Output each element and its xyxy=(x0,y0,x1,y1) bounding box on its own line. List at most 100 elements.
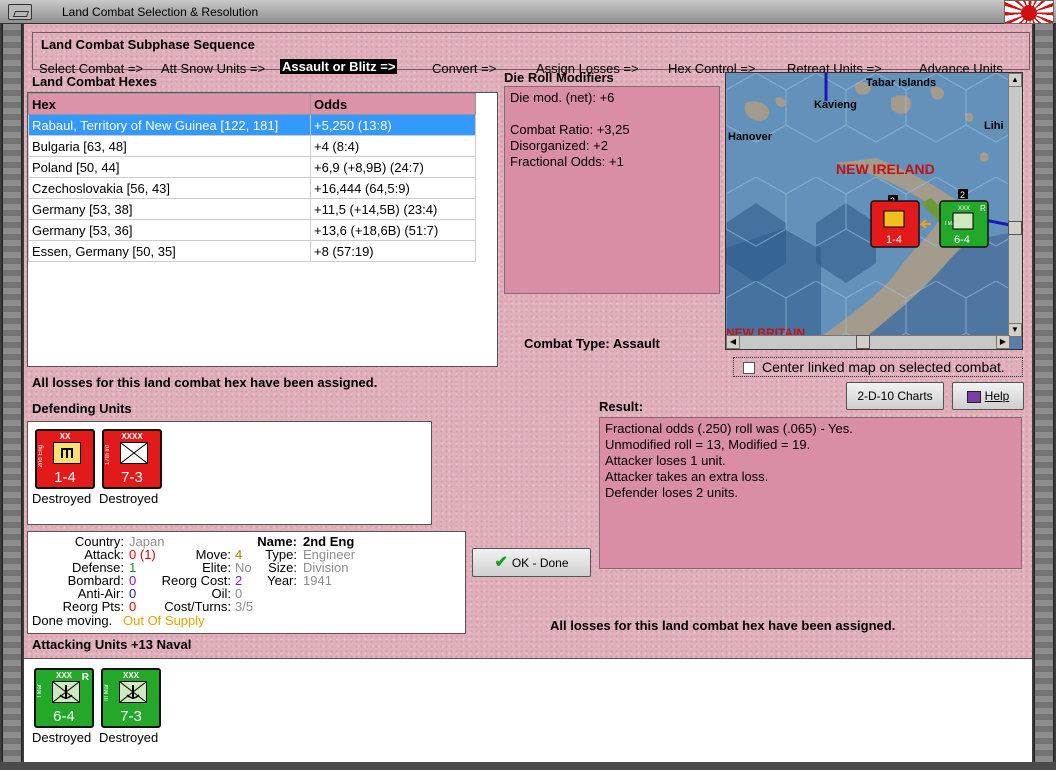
map-label-kavieng: Kavieng xyxy=(814,99,857,111)
combat-type-value: Assault xyxy=(612,336,660,351)
japan-flag-icon xyxy=(1004,0,1054,24)
combat-type: Combat Type: Assault xyxy=(524,336,660,351)
result-line: Attacker takes an extra loss. xyxy=(605,469,769,484)
table-row[interactable]: Germany [53, 38] +11,5 (+14,5B) (23:4) xyxy=(28,198,476,220)
unit-value: 7-3 xyxy=(121,469,143,486)
hex-cell: Germany [53, 36] xyxy=(28,219,311,241)
map-unit-corner: R xyxy=(980,204,986,213)
bottom-frame xyxy=(0,762,1056,770)
map-unit-size: XXX xyxy=(958,206,970,212)
marine-symbol-icon xyxy=(119,681,147,703)
scroll-up-icon[interactable]: ▲ xyxy=(1008,73,1022,87)
unit-size: XXX xyxy=(122,671,139,680)
result-line: Defender loses 2 units. xyxy=(605,485,738,500)
attacking-unit-marine-3[interactable]: XXX III Mar 7-3 xyxy=(101,668,161,728)
defender-losses-message: All losses for this land combat hex have… xyxy=(32,375,378,390)
die-roll-panel: Die mod. (net): +6 Combat Ratio: +3,25 D… xyxy=(504,86,720,294)
reorg-pts-value: 0 xyxy=(129,599,137,614)
reorg-pts-label: Reorg Pts: xyxy=(62,599,124,614)
scroll-left-icon[interactable]: ◀ xyxy=(726,335,740,349)
center-link-checkbox[interactable] xyxy=(743,362,755,374)
unit-name: 17th Inf xyxy=(105,445,111,466)
table-row[interactable]: Germany [53, 36] +13,6 (+18,6B) (51:7) xyxy=(28,219,476,241)
year-value: 1941 xyxy=(303,573,332,588)
column-header-odds[interactable]: Odds xyxy=(310,93,476,115)
result-line: Attacker loses 1 unit. xyxy=(605,453,726,468)
map-horizontal-scrollbar[interactable]: ◀ ▶ xyxy=(726,335,1010,349)
map-stack-defender[interactable]: 3 1-4 xyxy=(870,195,920,248)
scroll-thumb[interactable] xyxy=(1008,221,1022,235)
system-menu-button[interactable] xyxy=(8,4,32,20)
die-mod-net: Die mod. (net): +6 xyxy=(510,90,615,105)
odds-cell: +16,444 (64,5:9) xyxy=(310,177,476,199)
unit-status: Destroyed xyxy=(99,730,159,745)
marine-symbol-icon xyxy=(52,681,80,703)
scroll-right-icon[interactable]: ▶ xyxy=(996,335,1010,349)
table-row[interactable]: Czechoslovakia [56, 43] +16,444 (64,5:9) xyxy=(28,177,476,199)
scroll-thumb[interactable] xyxy=(856,335,870,349)
die-roll-title: Die Roll Modifiers xyxy=(504,70,614,85)
attacking-units-panel: XXX R I Mar 6-4 Destroyed XXX III Mar 7-… xyxy=(24,658,1032,762)
client-area: Land Combat Subphase Sequence Select Com… xyxy=(24,24,1032,762)
unit-status: Destroyed xyxy=(32,491,92,506)
unit-corner: R xyxy=(81,672,89,683)
table-row[interactable]: Rabaul, Territory of New Guinea [122, 18… xyxy=(28,114,476,136)
ok-button-label: OK - Done xyxy=(511,556,569,570)
unit-value: 6-4 xyxy=(53,708,75,725)
map-view: Tabar Islands Kavieng Hanover Lihi NEW I… xyxy=(726,73,1010,337)
engineer-symbol-icon xyxy=(53,442,81,464)
ok-done-button[interactable]: ✔ OK - Done xyxy=(472,548,591,577)
linked-map[interactable]: Tabar Islands Kavieng Hanover Lihi NEW I… xyxy=(725,72,1023,350)
help-button[interactable]: Help xyxy=(952,382,1024,410)
scroll-down-icon[interactable]: ▼ xyxy=(1008,323,1022,337)
hex-table: Hex Odds Rabaul, Territory of New Guinea… xyxy=(27,92,498,367)
result-title: Result: xyxy=(599,399,644,414)
defending-unit-infantry[interactable]: XXXX 17th Inf 7-3 xyxy=(102,429,162,489)
cost-turns-value: 3/5 xyxy=(235,599,254,614)
die-mod-line: Fractional Odds: +1 xyxy=(510,154,624,169)
window-title: Land Combat Selection & Resolution xyxy=(62,5,259,19)
step-att-snow-units: Att Snow Units => xyxy=(161,61,266,76)
column-header-hex[interactable]: Hex xyxy=(28,93,311,115)
map-unit-value: 6-4 xyxy=(954,234,970,246)
supply-status: Out Of Supply xyxy=(123,613,205,628)
hex-cell: Germany [53, 38] xyxy=(28,198,311,220)
infantry-symbol-icon xyxy=(120,442,148,464)
attacking-title: Attacking Units +13 Naval xyxy=(32,637,192,652)
title-bar[interactable]: Land Combat Selection & Resolution xyxy=(0,0,1056,24)
hex-cell: Poland [50, 44] xyxy=(28,156,311,178)
combat-type-label: Combat Type: xyxy=(524,336,610,351)
table-row[interactable]: Essen, Germany [50, 35] +8 (57:19) xyxy=(28,240,476,262)
odds-cell: +13,6 (+18,6B) (51:7) xyxy=(310,219,476,241)
attacking-unit-marine-1[interactable]: XXX R I Mar 6-4 xyxy=(34,668,94,728)
die-mod-line: Combat Ratio: +3,25 xyxy=(510,122,630,137)
left-frame xyxy=(2,24,22,762)
result-line: Fractional odds (.250) roll was (.065) -… xyxy=(605,421,853,436)
map-label-new-ireland: NEW IRELAND xyxy=(836,161,935,177)
step-convert: Convert => xyxy=(432,61,497,76)
unit-value: 7-3 xyxy=(120,708,142,725)
unit-value: 1-4 xyxy=(54,469,76,486)
unit-info-panel: Country: Japan Attack: 0 (1) Defense: 1 … xyxy=(27,531,466,634)
hex-cell: Essen, Germany [50, 35] xyxy=(28,240,311,262)
defending-unit-engineer[interactable]: XX 2nd Eng 1-4 xyxy=(35,429,95,489)
subphase-title: Land Combat Subphase Sequence xyxy=(41,37,255,52)
charts-button[interactable]: 2-D-10 Charts xyxy=(846,382,944,410)
unit-status: Destroyed xyxy=(32,730,92,745)
odds-cell: +6,9 (+8,9B) (24:7) xyxy=(310,156,476,178)
unit-name: III Mar xyxy=(104,684,110,702)
map-label-hanover: Hanover xyxy=(728,131,773,143)
help-book-icon xyxy=(966,390,981,403)
table-row[interactable]: Poland [50, 44] +6,9 (+8,9B) (24:7) xyxy=(28,156,476,178)
map-vertical-scrollbar[interactable]: ▲ ▼ xyxy=(1008,73,1022,337)
unit-status: Destroyed xyxy=(99,491,159,506)
hex-cell: Rabaul, Territory of New Guinea [122, 18… xyxy=(28,114,311,136)
hex-cell: Bulgaria [63, 48] xyxy=(28,135,311,157)
window: Land Combat Selection & Resolution Land … xyxy=(0,0,1056,770)
table-row[interactable]: Bulgaria [63, 48] +4 (8:4) xyxy=(28,135,476,157)
step-assault-or-blitz: Assault or Blitz => xyxy=(280,59,398,74)
center-link-label[interactable]: Center linked map on selected combat. xyxy=(762,359,1005,375)
unit-size: XX xyxy=(59,432,71,441)
cost-turns-label: Cost/Turns: xyxy=(164,599,231,614)
checkmark-icon: ✔ xyxy=(494,554,508,571)
